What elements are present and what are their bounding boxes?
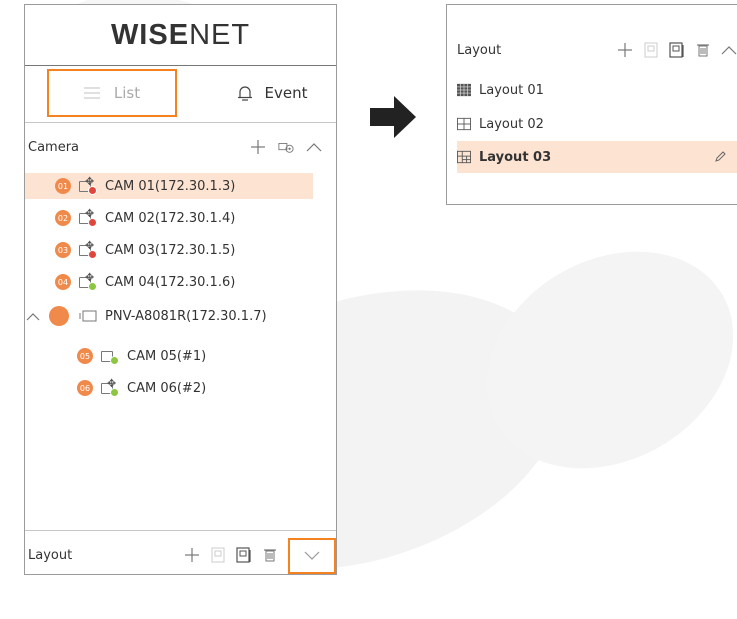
layout-item-selected[interactable]: Layout 03	[457, 141, 737, 173]
ptz-camera-icon: ✥	[79, 239, 99, 259]
multi-sensor-camera-icon	[79, 310, 97, 322]
collapse-group-button[interactable]	[25, 308, 41, 324]
list-icon	[83, 87, 100, 99]
channel-badge: 02	[55, 210, 71, 226]
layout-label: Layout 01	[479, 82, 544, 98]
trash-icon	[264, 549, 276, 562]
layout-item[interactable]: Layout 01	[457, 77, 727, 103]
grid-custom-icon	[457, 150, 471, 164]
add-layout-button[interactable]	[184, 547, 200, 563]
camera-group[interactable]: PNV-A8081R(172.30.1.7)	[25, 303, 325, 329]
bell-icon	[237, 86, 252, 101]
layout-section-title: Layout	[28, 547, 73, 563]
plus-icon	[251, 140, 265, 154]
tab-list[interactable]: List	[47, 69, 177, 117]
camera-item[interactable]: 05 CAM 05(#1)	[25, 343, 313, 369]
delete-layout-button[interactable]	[695, 42, 711, 58]
layout-panel-header: Layout	[447, 36, 737, 64]
save-as-icon	[236, 547, 251, 563]
tab-event-label: Event	[264, 84, 308, 102]
save-icon	[211, 547, 225, 563]
plus-icon	[185, 548, 199, 562]
plus-icon	[618, 43, 632, 57]
layout-item[interactable]: Layout 02	[457, 111, 727, 137]
chevron-up-icon	[306, 143, 322, 152]
channel-badge: 06	[77, 380, 93, 396]
add-camera-button[interactable]	[250, 139, 266, 155]
camera-item[interactable]: 01 ✥ CAM 01(172.30.1.3)	[25, 173, 313, 199]
delete-layout-button[interactable]	[262, 547, 278, 563]
layout-label: Layout 02	[479, 116, 544, 132]
camera-section-title: Camera	[28, 139, 80, 155]
ptz-camera-icon: ✥	[101, 377, 121, 397]
save-layout-disabled-button[interactable]	[210, 547, 226, 563]
camera-icon	[101, 347, 121, 365]
chevron-up-icon	[26, 312, 40, 320]
add-layout-button[interactable]	[617, 42, 633, 58]
camera-label: CAM 06(#2)	[127, 380, 207, 396]
layout-panel: Layout Layout 01 Layout 02 Layout 03	[446, 4, 737, 205]
divider	[25, 65, 336, 66]
trash-icon	[697, 44, 709, 57]
layout-panel-title: Layout	[457, 42, 502, 58]
collapse-layout-button[interactable]	[721, 42, 737, 58]
save-as-icon	[669, 42, 684, 58]
group-label: PNV-A8081R(172.30.1.7)	[105, 308, 267, 324]
camera-label: CAM 01(172.30.1.3)	[105, 178, 236, 194]
channel-badge: 04	[55, 274, 71, 290]
camera-label: CAM 04(172.30.1.6)	[105, 274, 236, 290]
ptz-camera-icon: ✥	[79, 175, 99, 195]
chevron-down-icon	[304, 551, 320, 560]
ptz-camera-icon: ✥	[79, 271, 99, 291]
tab-event[interactable]: Event	[207, 69, 337, 117]
camera-settings-button[interactable]	[278, 139, 294, 155]
device-panel: WISENET List Event Camera 01 ✥ CAM 01(17…	[24, 4, 337, 575]
channel-badge: 05	[77, 348, 93, 364]
divider	[25, 530, 336, 531]
camera-item[interactable]: 04 ✥ CAM 04(172.30.1.6)	[25, 269, 313, 295]
save-icon	[644, 42, 658, 58]
camera-item[interactable]: 02 ✥ CAM 02(172.30.1.4)	[25, 205, 313, 231]
grid-2x2-icon	[457, 117, 471, 131]
save-layout-disabled-button[interactable]	[643, 42, 659, 58]
group-badge	[49, 306, 69, 326]
save-as-layout-button[interactable]	[236, 547, 252, 563]
channel-badge: 01	[55, 178, 71, 194]
camera-label: CAM 02(172.30.1.4)	[105, 210, 236, 226]
edit-layout-button[interactable]	[712, 149, 728, 165]
wisenet-logo: WISENET	[110, 19, 251, 51]
camera-label: CAM 03(172.30.1.5)	[105, 242, 236, 258]
layout-label: Layout 03	[479, 149, 552, 165]
divider	[25, 122, 336, 123]
camera-section-header: Camera	[25, 133, 336, 161]
collapse-camera-button[interactable]	[306, 139, 322, 155]
ptz-camera-icon: ✥	[79, 207, 99, 227]
tab-list-label: List	[113, 84, 141, 102]
arrow-right-icon	[370, 96, 416, 138]
camera-item[interactable]: 03 ✥ CAM 03(172.30.1.5)	[25, 237, 313, 263]
chevron-up-icon	[721, 46, 737, 55]
channel-badge: 03	[55, 242, 71, 258]
camera-label: CAM 05(#1)	[127, 348, 207, 364]
save-as-layout-button[interactable]	[669, 42, 685, 58]
camera-item[interactable]: 06 ✥ CAM 06(#2)	[25, 375, 313, 401]
camera-settings-icon	[278, 143, 294, 153]
grid-4x4-icon	[457, 83, 471, 97]
expand-layout-button[interactable]	[288, 538, 336, 574]
pencil-icon	[715, 151, 726, 162]
